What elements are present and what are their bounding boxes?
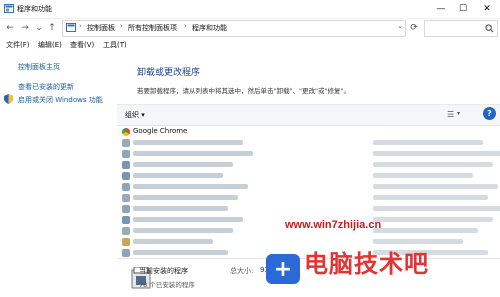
up-button[interactable]: ↑ [46, 21, 58, 35]
program-icon [122, 150, 130, 158]
chrome-icon [122, 128, 130, 136]
program-icon [122, 172, 130, 180]
blurred-program-name [133, 228, 233, 233]
view-dropdown-icon[interactable]: ▾ [457, 110, 460, 117]
control-panel-home-link[interactable]: 控制面板主页 [18, 62, 60, 72]
blurred-program-name [133, 140, 243, 145]
program-icon [122, 227, 130, 235]
blurred-publisher [373, 195, 488, 200]
blurred-program-name [133, 173, 223, 178]
window-title: 程序和功能 [17, 5, 52, 13]
breadcrumb-control-panel[interactable]: 控制面板 [87, 23, 115, 33]
blurred-publisher [373, 140, 483, 145]
programs-features-icon [4, 4, 14, 13]
program-row[interactable] [118, 148, 500, 159]
status-count: 78 个已安装的程序 [139, 281, 195, 289]
blurred-program-name [133, 250, 228, 255]
title-bar: 程序和功能 — ☐ ✕ [0, 0, 500, 19]
view-options-icon[interactable]: ☰ [447, 110, 454, 119]
watermark-url: www.win7zhijia.cn [285, 219, 382, 231]
menu-view[interactable]: 查看(V) [70, 40, 94, 50]
page-title: 卸载或更改程序 [137, 68, 201, 78]
installed-updates-link[interactable]: 查看已安装的更新 [18, 82, 74, 92]
blurred-publisher [373, 228, 478, 233]
search-icon[interactable] [485, 24, 494, 33]
blurred-publisher [373, 162, 493, 167]
status-total-label: 总大小: [230, 267, 254, 275]
shield-icon [4, 94, 13, 104]
control-panel-icon [66, 23, 76, 32]
program-row[interactable]: Google Chrome [118, 126, 500, 137]
breadcrumb-all-items[interactable]: 所有控制面板项 [128, 23, 177, 33]
organize-button[interactable]: 组织 ▾ [125, 110, 145, 120]
help-icon[interactable]: ? [483, 107, 496, 120]
blurred-program-name [133, 184, 248, 189]
program-row[interactable] [118, 137, 500, 148]
program-row[interactable] [118, 170, 500, 181]
recent-locations-button[interactable]: ⌄ [33, 21, 45, 35]
close-button[interactable]: ✕ [476, 0, 498, 18]
program-list: Google Chrome [118, 124, 500, 258]
program-icon [122, 194, 130, 202]
windows-features-link[interactable]: 启用或关闭 Windows 功能 [18, 95, 103, 105]
menu-file[interactable]: 文件(F) [6, 40, 30, 50]
breadcrumb-separator: › [79, 22, 82, 30]
blurred-publisher [373, 173, 473, 178]
search-input[interactable] [425, 21, 487, 34]
program-row[interactable] [118, 181, 500, 192]
blurred-publisher [373, 151, 500, 156]
program-icon [122, 216, 130, 224]
back-button[interactable]: ← [4, 21, 16, 35]
address-row: ← → ⌄ ↑ › 控制面板 › 所有控制面板项 › 程序和功能 ⌄ ⟳ [0, 18, 500, 38]
page-description: 若要卸载程序，请从列表中将其选中，然后单击"卸载"、"更改"或"修复"。 [137, 87, 350, 95]
blurred-program-name [133, 151, 253, 156]
status-title: 当前安装的程序 [139, 267, 188, 275]
maximize-button[interactable]: ☐ [452, 0, 474, 18]
program-name: Google Chrome [133, 127, 188, 135]
watermark-brand: 电脑技术吧 [304, 250, 429, 278]
program-icon [122, 249, 130, 257]
breadcrumb-separator: › [120, 22, 123, 30]
address-dropdown-icon[interactable]: ⌄ [397, 22, 403, 30]
program-row[interactable] [118, 203, 500, 214]
blurred-publisher [373, 206, 500, 211]
menu-bar: 文件(F) 编辑(E) 查看(V) 工具(T) [0, 38, 500, 52]
breadcrumb-programs[interactable]: 程序和功能 [192, 23, 227, 33]
left-panel: 控制面板主页 查看已安装的更新 启用或关闭 Windows 功能 [0, 52, 116, 296]
blurred-program-name [133, 217, 243, 222]
blurred-program-name [133, 206, 228, 211]
blurred-program-name [133, 239, 213, 244]
command-toolbar: 组织 ▾ ☰ ▾ ? [117, 104, 500, 126]
menu-tools[interactable]: 工具(T) [103, 40, 127, 50]
address-bar[interactable]: › 控制面板 › 所有控制面板项 › 程序和功能 ⌄ [62, 20, 406, 37]
blurred-program-name [133, 162, 233, 167]
search-box[interactable] [424, 20, 498, 37]
program-row[interactable] [118, 159, 500, 170]
forward-button[interactable]: → [19, 21, 31, 35]
program-icon [122, 205, 130, 213]
breadcrumb-separator: › [184, 22, 187, 30]
menu-edit[interactable]: 编辑(E) [38, 40, 62, 50]
program-row[interactable] [118, 192, 500, 203]
blurred-publisher [373, 184, 498, 189]
program-icon [122, 238, 130, 246]
program-icon [122, 183, 130, 191]
refresh-button[interactable]: ⟳ [408, 22, 420, 34]
watermark-plus-icon: + [266, 254, 300, 284]
program-icon [122, 139, 130, 147]
blurred-publisher [373, 217, 493, 222]
minimize-button[interactable]: — [430, 0, 452, 18]
blurred-program-name [133, 195, 238, 200]
program-icon [122, 161, 130, 169]
